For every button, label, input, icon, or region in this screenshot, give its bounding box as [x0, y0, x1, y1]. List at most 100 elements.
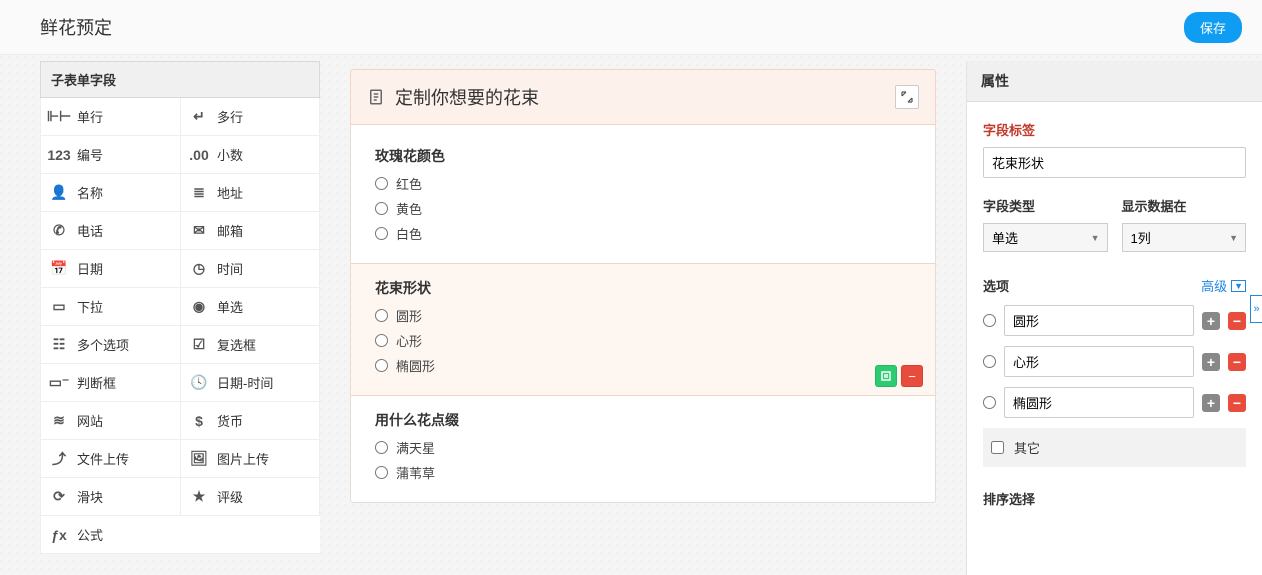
- field-type-icon: ⤴: [51, 451, 67, 467]
- field-palette: 子表单字段 ⊩⊢单行↵多行123编号.00小数👤名称≣地址✆电话✉邮箱📅日期◷时…: [40, 61, 320, 575]
- radio-input[interactable]: [375, 466, 388, 479]
- option-row: +−: [983, 346, 1246, 377]
- field-type-icon: ≋: [51, 413, 67, 429]
- palette-item[interactable]: ◷时间: [180, 250, 320, 288]
- palette-item[interactable]: 👤名称: [40, 174, 180, 212]
- option-text-input[interactable]: [1004, 346, 1194, 377]
- add-option-button[interactable]: +: [1202, 394, 1220, 412]
- radio-input[interactable]: [375, 359, 388, 372]
- radio-input[interactable]: [375, 177, 388, 190]
- palette-item[interactable]: ⤴ 文件上传: [40, 440, 180, 478]
- palette-item[interactable]: 📅日期: [40, 250, 180, 288]
- radio-input[interactable]: [375, 227, 388, 240]
- field-type-icon: ▭: [51, 299, 67, 315]
- palette-item[interactable]: $ 货币: [180, 402, 320, 440]
- field-type-icon: ≣: [191, 185, 207, 201]
- palette-item[interactable]: 123编号: [40, 136, 180, 174]
- radio-option[interactable]: 黄色: [375, 199, 911, 218]
- palette-item-label: 多个选项: [77, 335, 129, 354]
- palette-item-label: 文件上传: [77, 449, 129, 468]
- other-checkbox[interactable]: [991, 441, 1004, 454]
- edit-section-button[interactable]: [875, 365, 897, 387]
- palette-item[interactable]: .00小数: [180, 136, 320, 174]
- sort-title: 排序选择: [983, 489, 1246, 508]
- options-title: 选项: [983, 276, 1009, 295]
- option-row: +−: [983, 387, 1246, 418]
- palette-item[interactable]: ƒx公式: [40, 516, 320, 554]
- palette-item[interactable]: ☑复选框: [180, 326, 320, 364]
- radio-input[interactable]: [375, 441, 388, 454]
- field-type-icon: ◷: [191, 261, 207, 277]
- palette-item[interactable]: ◉ 单选: [180, 288, 320, 326]
- remove-option-button[interactable]: −: [1228, 353, 1246, 371]
- advanced-link[interactable]: 高级▼: [1201, 276, 1246, 295]
- add-option-button[interactable]: +: [1202, 353, 1220, 371]
- palette-item-label: 日期-时间: [217, 373, 273, 392]
- section-title: 玫瑰花颜色: [375, 146, 911, 166]
- palette-item-label: 滑块: [77, 487, 103, 506]
- palette-item-label: 单选: [217, 297, 243, 316]
- display-in-title: 显示数据在: [1122, 196, 1247, 215]
- palette-item[interactable]: ⊩⊢单行: [40, 98, 180, 136]
- delete-section-button[interactable]: −: [901, 365, 923, 387]
- option-default-radio[interactable]: [983, 355, 996, 368]
- section-title: 用什么花点缀: [375, 410, 911, 430]
- radio-option[interactable]: 圆形: [375, 306, 911, 325]
- palette-item[interactable]: ✉邮箱: [180, 212, 320, 250]
- radio-option[interactable]: 红色: [375, 174, 911, 193]
- radio-option[interactable]: 满天星: [375, 438, 911, 457]
- radio-input[interactable]: [375, 202, 388, 215]
- palette-item[interactable]: ★评级: [180, 478, 320, 516]
- field-type-icon: ★: [191, 489, 207, 505]
- form-header[interactable]: 定制你想要的花束: [350, 69, 936, 125]
- properties-title: 属性: [967, 61, 1262, 102]
- form-canvas: 鲜花预定 定制你想要的花束 玫瑰花颜色红色黄色白色花束形状圆形心形椭圆形−用什么…: [320, 55, 966, 575]
- form-section[interactable]: 用什么花点缀满天星蒲苇草: [351, 396, 935, 502]
- palette-item[interactable]: ✆电话: [40, 212, 180, 250]
- radio-label: 心形: [396, 331, 422, 350]
- option-text-input[interactable]: [1004, 305, 1194, 336]
- palette-item[interactable]: ☷多个选项: [40, 326, 180, 364]
- collapse-button[interactable]: [895, 85, 919, 109]
- radio-option[interactable]: 白色: [375, 224, 911, 243]
- other-option-row[interactable]: 其它: [983, 428, 1246, 467]
- field-type-icon: ✆: [51, 223, 67, 239]
- radio-input[interactable]: [375, 334, 388, 347]
- field-type-icon: $: [191, 413, 207, 429]
- palette-item[interactable]: ≋网站: [40, 402, 180, 440]
- remove-option-button[interactable]: −: [1228, 394, 1246, 412]
- palette-item-label: 编号: [77, 145, 103, 164]
- radio-option[interactable]: 心形: [375, 331, 911, 350]
- palette-item[interactable]: ▭下拉: [40, 288, 180, 326]
- option-default-radio[interactable]: [983, 396, 996, 409]
- palette-item[interactable]: ↵多行: [180, 98, 320, 136]
- palette-item-label: 货币: [217, 411, 243, 430]
- palette-item[interactable]: ▭⁻判断框: [40, 364, 180, 402]
- chevron-down-icon: ▼: [1231, 280, 1246, 292]
- option-text-input[interactable]: [1004, 387, 1194, 418]
- form-section[interactable]: 玫瑰花颜色红色黄色白色: [351, 132, 935, 263]
- radio-option[interactable]: 椭圆形: [375, 356, 911, 375]
- palette-item[interactable]: 🖼 图片上传: [180, 440, 320, 478]
- palette-item[interactable]: ⟳滑块: [40, 478, 180, 516]
- radio-input[interactable]: [375, 309, 388, 322]
- field-type-select[interactable]: [983, 223, 1108, 252]
- field-type-icon: 🖼: [191, 451, 207, 467]
- add-option-button[interactable]: +: [1202, 312, 1220, 330]
- palette-item-label: 小数: [217, 145, 243, 164]
- palette-item-label: 图片上传: [217, 449, 269, 468]
- side-expand-tab[interactable]: »: [1250, 295, 1262, 323]
- palette-item[interactable]: ≣地址: [180, 174, 320, 212]
- option-default-radio[interactable]: [983, 314, 996, 327]
- option-row: +−: [983, 305, 1246, 336]
- form-section[interactable]: 花束形状圆形心形椭圆形−: [351, 263, 935, 396]
- radio-option[interactable]: 蒲苇草: [375, 463, 911, 482]
- properties-panel: 属性 字段标签 字段类型 显示数据在 选项 高级▼: [966, 61, 1262, 575]
- field-label-input[interactable]: [983, 147, 1246, 178]
- palette-item[interactable]: 🕓日期-时间: [180, 364, 320, 402]
- field-type-icon: ◉: [191, 299, 207, 315]
- save-button[interactable]: 保存: [1184, 12, 1242, 43]
- remove-option-button[interactable]: −: [1228, 312, 1246, 330]
- field-type-icon: 👤: [51, 185, 67, 201]
- display-in-select[interactable]: [1122, 223, 1247, 252]
